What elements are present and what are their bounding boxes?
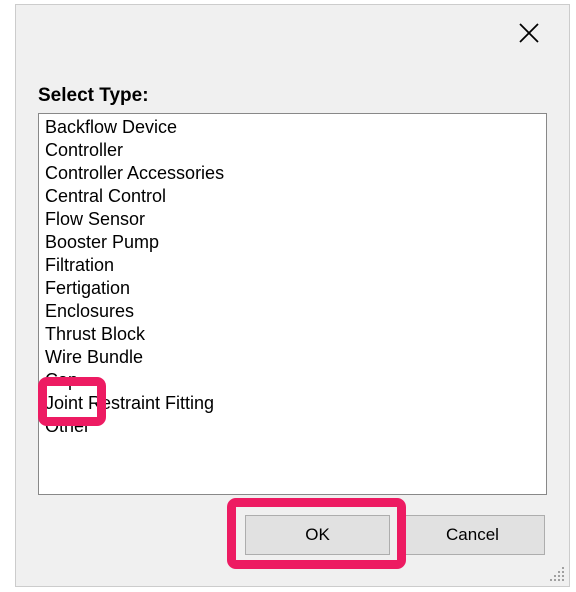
- cancel-button[interactable]: Cancel: [400, 515, 545, 555]
- list-item[interactable]: Cap: [45, 369, 540, 392]
- list-item[interactable]: Controller Accessories: [45, 162, 540, 185]
- list-item[interactable]: Fertigation: [45, 277, 540, 300]
- dialog-content: Select Type: Backflow DeviceControllerCo…: [16, 85, 569, 555]
- type-listbox[interactable]: Backflow DeviceControllerController Acce…: [38, 113, 547, 495]
- ok-button[interactable]: OK: [245, 515, 390, 555]
- list-item[interactable]: Filtration: [45, 254, 540, 277]
- close-icon: [518, 22, 540, 44]
- list-item[interactable]: Backflow Device: [45, 116, 540, 139]
- resize-grip-icon: [550, 567, 566, 583]
- dialog-button-row: OK Cancel: [38, 515, 547, 555]
- select-type-label: Select Type:: [38, 85, 547, 107]
- dialog-titlebar: [16, 5, 569, 60]
- resize-grip[interactable]: [550, 567, 566, 583]
- list-item[interactable]: Booster Pump: [45, 231, 540, 254]
- list-item[interactable]: Thrust Block: [45, 323, 540, 346]
- list-item[interactable]: Joint Restraint Fitting: [45, 392, 540, 415]
- list-item[interactable]: Enclosures: [45, 300, 540, 323]
- select-type-dialog: Select Type: Backflow DeviceControllerCo…: [15, 4, 570, 587]
- list-item[interactable]: Central Control: [45, 185, 540, 208]
- list-item[interactable]: Wire Bundle: [45, 346, 540, 369]
- list-item[interactable]: Flow Sensor: [45, 208, 540, 231]
- list-item[interactable]: Other: [45, 415, 540, 438]
- list-item[interactable]: Controller: [45, 139, 540, 162]
- close-button[interactable]: [506, 10, 551, 55]
